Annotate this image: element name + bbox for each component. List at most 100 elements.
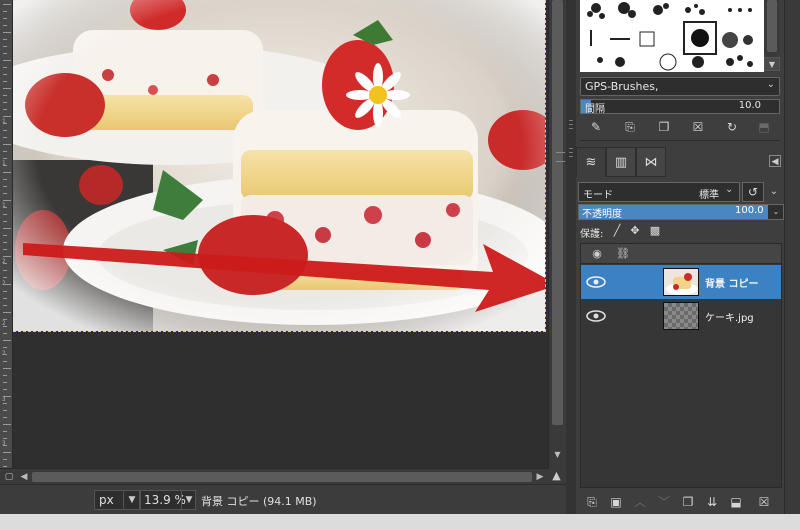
spin-arrows-icon[interactable]: ⌄ (769, 205, 783, 219)
ruler-tick (3, 424, 11, 425)
ruler-tick (3, 466, 7, 467)
zoom-value: 13.9 % (144, 493, 186, 507)
ruler-tick (3, 354, 7, 355)
eye-icon[interactable] (585, 273, 607, 291)
mode-value: 標準 (699, 190, 719, 201)
refresh-brush-icon[interactable]: ↻ (724, 119, 740, 135)
ruler-tick (3, 368, 11, 369)
brush-previews (587, 2, 753, 71)
ruler-tick (3, 263, 7, 264)
brush-grid[interactable] (580, 0, 764, 72)
ruler-tick (3, 81, 7, 82)
ruler-tick (3, 389, 7, 390)
merge-layer-icon[interactable]: ⇊ (704, 494, 720, 510)
lower-layer-icon[interactable]: ﹀ (656, 494, 672, 510)
lock-pixels-icon[interactable]: ╱ (610, 224, 624, 238)
ruler-tick (3, 39, 7, 40)
chevron-down-icon[interactable]: ▼ (123, 491, 140, 509)
scroll-down-icon[interactable]: ▼ (551, 448, 564, 461)
layer-name[interactable]: ケーキ.jpg (705, 309, 754, 324)
zoom-select[interactable]: 13.9 % ▼ (140, 490, 196, 510)
image-canvas[interactable] (13, 0, 548, 468)
lock-position-icon[interactable]: ✥ (628, 224, 642, 238)
ruler-tick (3, 53, 7, 54)
layer-row[interactable]: 背景 コピー (581, 265, 781, 299)
horizontal-scrollbar[interactable]: ▢ ◀ ▶ (0, 468, 548, 484)
eye-icon[interactable] (585, 307, 607, 325)
ruler-tick (3, 172, 11, 173)
layer-mask-icon[interactable]: ⬓ (728, 494, 744, 510)
mode-reset-icon[interactable]: ↺ (742, 182, 764, 202)
layer-row[interactable]: ケーキ.jpg (581, 299, 781, 333)
gimp-window: 1 1 1 2 2 2 2 3 3 (0, 0, 800, 530)
chevron-down-icon[interactable]: ▼ (181, 491, 196, 509)
ruler-tick (3, 116, 11, 117)
layer-thumbnail[interactable] (663, 268, 699, 296)
ruler-tick (3, 242, 7, 243)
vertical-scrollbar[interactable]: ▼ (548, 0, 565, 468)
mode-select[interactable]: モード 標準 ⌄ (578, 182, 740, 202)
separator (580, 140, 780, 141)
chevron-down-icon[interactable]: ⌄ (725, 184, 733, 195)
layer-name[interactable]: 背景 コピー (705, 275, 758, 290)
ruler-tick (3, 333, 7, 334)
delete-layer-icon[interactable]: ☒ (756, 494, 772, 510)
horizontal-scroll-thumb[interactable] (32, 472, 532, 482)
ruler-tick (3, 109, 7, 110)
cake-photo[interactable] (13, 0, 546, 332)
brush-scrollbar[interactable]: ▼ (764, 0, 780, 72)
vertical-scroll-thumb[interactable] (552, 0, 565, 425)
brush-scroll-thumb[interactable] (767, 0, 777, 52)
raise-layer-icon[interactable]: ︿ (632, 494, 648, 510)
layers-list: ◉ ⛓ 背景 コピー ケーキ.jpg (580, 243, 782, 488)
ruler-tick (3, 214, 7, 215)
ruler-tick (3, 326, 7, 327)
paths-tab[interactable]: ⋈ (636, 147, 666, 177)
unit-select[interactable]: px ▼ (94, 490, 140, 510)
lock-alpha-icon[interactable]: ▩ (648, 224, 662, 238)
channels-tab[interactable]: ▥ (606, 147, 636, 177)
dock-menu-icon[interactable]: ◀ (769, 155, 781, 167)
ruler-label: 3 (2, 396, 6, 403)
ruler-tick (3, 284, 11, 285)
opacity-slider[interactable]: 不透明度 100.0 ⌄ (578, 204, 784, 220)
scroll-right-icon[interactable]: ▶ (533, 470, 547, 484)
menu-icon[interactable]: ▢ (2, 470, 16, 484)
ruler-tick (3, 200, 11, 201)
ruler-tick (3, 144, 11, 145)
navigate-icon[interactable]: ▲ (548, 468, 565, 484)
layer-thumbnail[interactable] (663, 302, 699, 330)
ruler-tick (3, 291, 7, 292)
dock-right-edge (784, 0, 800, 514)
new-layer-group-icon[interactable]: ▣ (608, 494, 624, 510)
export-brush-icon[interactable]: ⬒ (756, 119, 772, 135)
cake-image (13, 0, 545, 331)
chevron-down-icon[interactable]: ▼ (764, 57, 780, 71)
duplicate-brush-icon[interactable]: ❐ (656, 119, 672, 135)
layers-tab[interactable]: ≋ (576, 147, 606, 177)
brush-tag-select[interactable]: GPS-Brushes, ⌄ (580, 77, 780, 96)
edit-brush-icon[interactable]: ✎ (588, 119, 604, 135)
chevron-down-icon[interactable]: ⌄ (766, 182, 782, 202)
ruler-tick (3, 193, 7, 194)
ruler-tick (3, 410, 7, 411)
new-brush-icon[interactable]: ⎘ (622, 119, 638, 135)
unit-value: px (99, 493, 114, 507)
ruler-tick (3, 319, 7, 320)
spacing-slider[interactable]: 間隔 10.0 (580, 99, 780, 115)
duplicate-layer-icon[interactable]: ❐ (680, 494, 696, 510)
ruler-tick (3, 403, 7, 404)
chevron-down-icon[interactable]: ⌄ (767, 79, 775, 90)
ruler-tick (3, 130, 7, 131)
ruler-tick (3, 165, 7, 166)
delete-brush-icon[interactable]: ☒ (690, 119, 706, 135)
ruler-tick (3, 4, 11, 5)
new-layer-icon[interactable]: ⎘ (584, 494, 600, 510)
ruler-tick (3, 431, 7, 432)
ruler-tick (3, 123, 7, 124)
brush-tag-label: GPS-Brushes, (585, 80, 659, 93)
dock-divider[interactable] (566, 0, 576, 514)
layers-header: ◉ ⛓ (581, 244, 781, 264)
scroll-left-icon[interactable]: ◀ (17, 470, 31, 484)
ruler-tick (3, 60, 11, 61)
